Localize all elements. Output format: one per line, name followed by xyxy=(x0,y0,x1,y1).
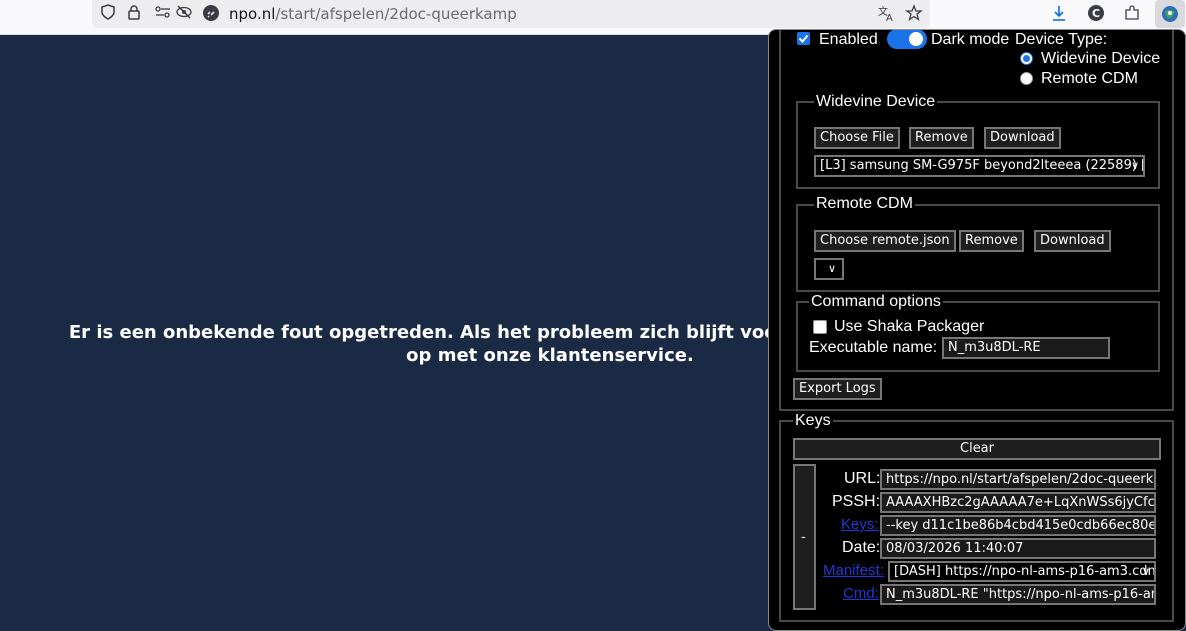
pssh-label: PSSH: xyxy=(832,493,881,510)
collapse-button[interactable]: - xyxy=(793,464,816,610)
pssh-value[interactable]: AAAAXHBzc2gAAAAA7e+LqXnWSs6jyCfc1R0h xyxy=(880,492,1156,513)
date-value[interactable]: 08/03/2026 11:40:07 xyxy=(880,538,1156,559)
url-host: npo.nl xyxy=(229,5,276,23)
site-info-icon[interactable] xyxy=(201,4,221,24)
section-border xyxy=(779,30,1174,411)
lock-icon[interactable] xyxy=(124,4,144,24)
date-label: Date: xyxy=(842,539,881,556)
keys-legend: Keys xyxy=(793,412,833,430)
url-value[interactable]: https://npo.nl/start/afspelen/2doc-queer… xyxy=(880,469,1156,490)
shield-icon[interactable] xyxy=(98,4,118,24)
widevine-extension-button[interactable] xyxy=(1155,0,1185,28)
extension-c-icon[interactable]: C xyxy=(1086,4,1106,24)
download-icon[interactable] xyxy=(1049,4,1069,24)
svg-text:A: A xyxy=(886,13,893,22)
url-text[interactable]: npo.nl/start/afspelen/2doc-queerkamp xyxy=(229,4,517,24)
tracking-off-icon[interactable] xyxy=(174,4,194,24)
manifest-select-value: [DASH] https://npo-nl-ams-p16-am3.cdn xyxy=(894,564,1156,579)
widevine-extension-icon xyxy=(1160,4,1180,24)
keys-value[interactable]: --key d11c1be86b4cbd415e0cdb66ec80e0fc:6 xyxy=(880,515,1156,536)
url-path: /start/afspelen/2doc-queerkamp xyxy=(275,5,517,23)
permissions-icon[interactable] xyxy=(153,4,173,24)
cmd-value[interactable]: N_m3u8DL-RE "https://npo-nl-ams-p16-am3 xyxy=(880,584,1156,605)
svg-text:C: C xyxy=(1092,7,1100,20)
keys-link[interactable]: Keys: xyxy=(841,515,879,535)
extensions-puzzle-icon[interactable] xyxy=(1122,4,1142,24)
cmd-link[interactable]: Cmd: xyxy=(843,584,879,604)
clear-keys-button[interactable]: Clear xyxy=(793,438,1161,460)
chevron-down-icon: ∨ xyxy=(1141,565,1150,578)
manifest-link[interactable]: Manifest: xyxy=(823,561,884,581)
manifest-select[interactable]: [DASH] https://npo-nl-ams-p16-am3.cdn ∨ xyxy=(888,561,1156,582)
collapse-label: - xyxy=(801,528,806,544)
url-label: URL: xyxy=(844,470,881,487)
translate-icon[interactable]: 文A xyxy=(876,4,896,24)
extension-popup: Enabled Dark mode Device Type: Widevine … xyxy=(768,29,1186,631)
bookmark-star-icon[interactable] xyxy=(904,4,924,24)
